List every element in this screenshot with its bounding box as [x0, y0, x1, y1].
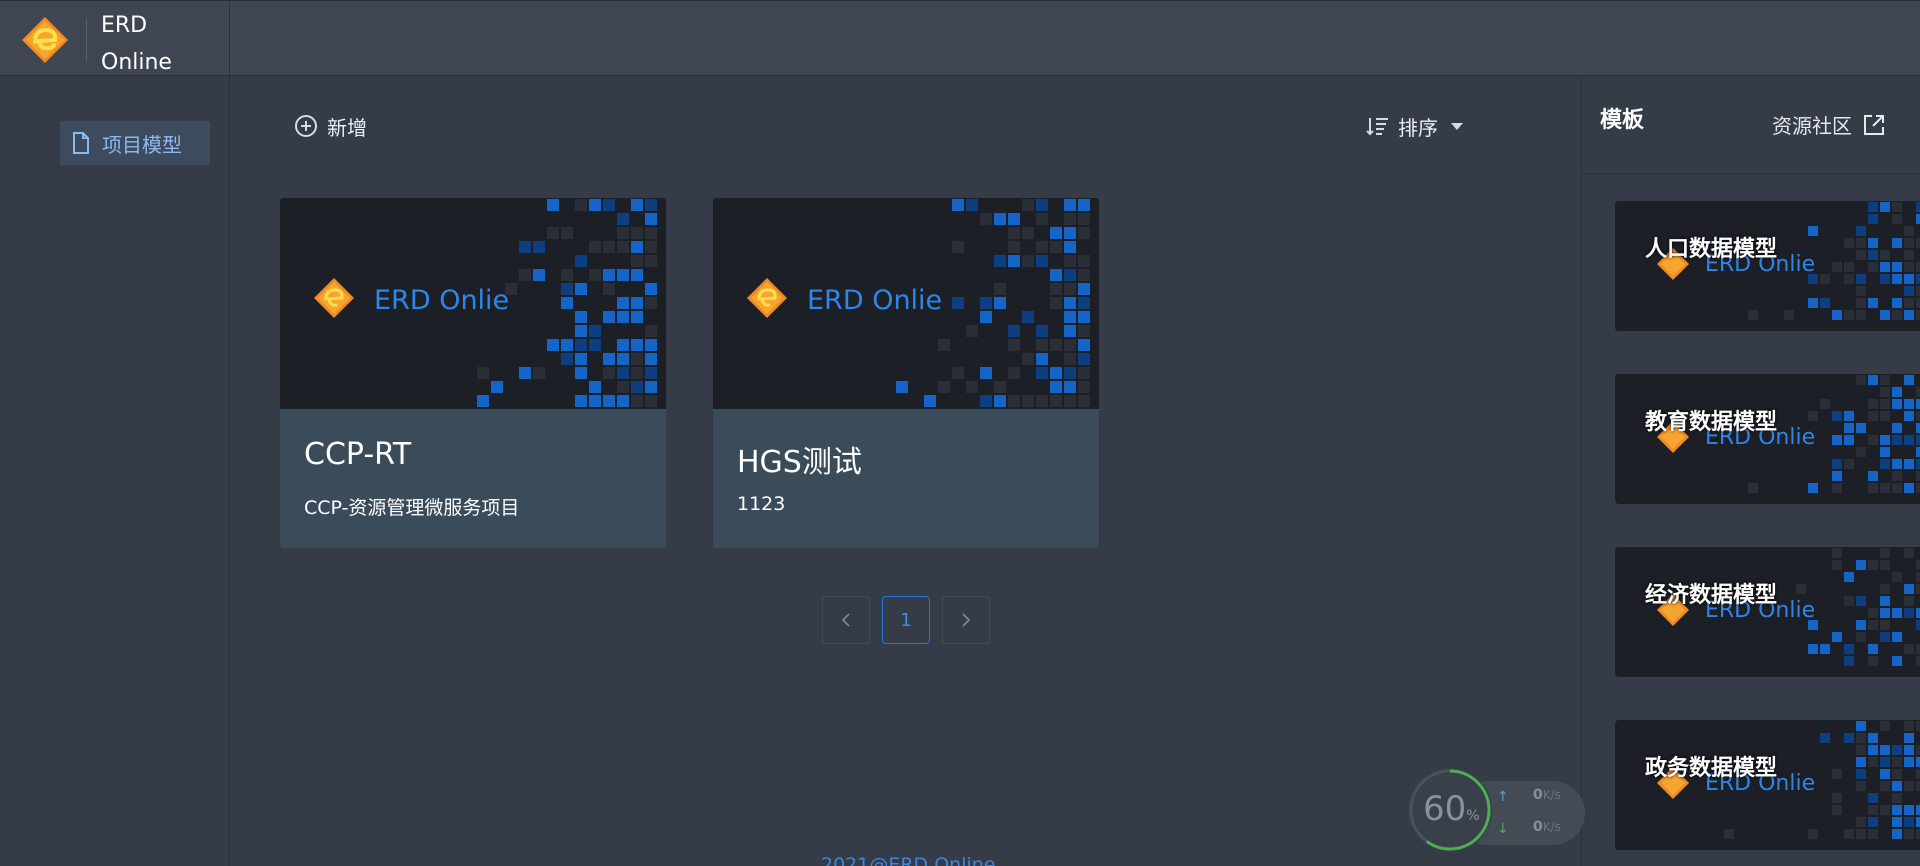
template-cover-image: ERD Onlie [1615, 201, 1920, 331]
sidebar-item-label: 项目模型 [102, 132, 182, 157]
template-panel: 模板 资源社区 ERD Onlie 人口数据模型 ERD Onlie 教育数据模… [1581, 76, 1920, 866]
brand-divider [86, 19, 87, 61]
template-card[interactable]: ERD Onlie 政务数据模型 [1615, 720, 1920, 850]
add-label: 新增 [327, 115, 367, 140]
resource-community-link[interactable]: 资源社区 [1772, 110, 1886, 139]
top-header: ERD Online [0, 0, 1920, 77]
project-description: 1123 [737, 493, 786, 515]
footer-copyright: 2021@ERD Online [821, 854, 996, 866]
pagination: 1 [822, 596, 990, 644]
project-card-body: HGS测试 1123 [713, 409, 1099, 548]
project-title: CCP-RT [304, 437, 412, 472]
file-icon [73, 132, 89, 154]
project-cover-image: ERD Onlie [280, 198, 666, 409]
template-name: 经济数据模型 [1645, 583, 1778, 608]
sort-icon [1366, 118, 1388, 136]
left-sidebar: 项目模型 [0, 76, 230, 866]
project-cover-image: ERD Onlie [713, 198, 1099, 409]
template-card[interactable]: ERD Onlie 人口数据模型 [1615, 201, 1920, 331]
chevron-right-icon [962, 613, 971, 627]
template-cover-image: ERD Onlie [1615, 547, 1920, 677]
svg-text:ERD Onlie: ERD Onlie [374, 285, 509, 316]
prev-page-button[interactable] [822, 596, 870, 644]
next-page-button[interactable] [942, 596, 990, 644]
project-description: CCP-资源管理微服务项目 [304, 497, 520, 519]
upload-rate: 0K/s [1533, 787, 1561, 803]
template-name: 教育数据模型 [1645, 410, 1778, 435]
template-name: 政务数据模型 [1645, 756, 1778, 781]
caret-down-icon [1451, 123, 1463, 130]
upload-arrow-icon: ↑ [1497, 789, 1509, 805]
project-title: HGS测试 [737, 445, 862, 480]
download-arrow-icon: ↓ [1497, 821, 1509, 837]
app-name: ERD Online [101, 13, 172, 75]
project-card[interactable]: ERD Onlie CCP-RT CCP-资源管理微服务项目 [280, 198, 666, 548]
page-button-1[interactable]: 1 [882, 596, 930, 644]
network-monitor-widget[interactable]: 60% ↑ 0K/s ↓ 0K/s [1405, 765, 1585, 855]
download-rate: 0K/s [1533, 819, 1561, 835]
template-card[interactable]: ERD Onlie 教育数据模型 [1615, 374, 1920, 504]
template-cover-image: ERD Onlie [1615, 720, 1920, 850]
template-cover-image: ERD Onlie [1615, 374, 1920, 504]
usage-percent: 60% [1423, 789, 1480, 829]
template-panel-title: 模板 [1600, 108, 1645, 133]
project-card[interactable]: ERD Onlie HGS测试 1123 [713, 198, 1099, 548]
add-project-button[interactable]: 新增 [294, 110, 367, 142]
template-panel-header: 模板 资源社区 [1582, 76, 1920, 174]
brand[interactable]: ERD Online [0, 1, 230, 77]
community-label: 资源社区 [1772, 114, 1852, 138]
sort-dropdown[interactable]: 排序 [1366, 110, 1464, 142]
chevron-left-icon [841, 613, 850, 627]
external-link-icon [1864, 114, 1884, 135]
sort-label: 排序 [1398, 115, 1438, 140]
svg-text:ERD Onlie: ERD Onlie [807, 285, 942, 316]
project-card-body: CCP-RT CCP-资源管理微服务项目 [280, 409, 666, 548]
template-card[interactable]: ERD Onlie 经济数据模型 [1615, 547, 1920, 677]
plus-circle-icon [295, 115, 317, 137]
main-content: 新增 排序 ERD Onlie CCP-RT CCP-资源管理微服务项目 ERD… [231, 76, 1581, 866]
sidebar-item-project-model[interactable]: 项目模型 [60, 121, 210, 165]
erd-logo-icon [22, 17, 68, 63]
template-name: 人口数据模型 [1645, 237, 1778, 262]
